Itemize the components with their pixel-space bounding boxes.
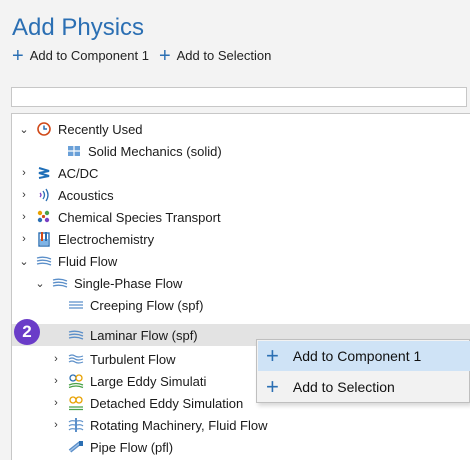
tree-item-detached-eddy[interactable]: › Detached Eddy Simulation bbox=[50, 392, 243, 414]
toolbar: + Add to Component 1 + Add to Selection bbox=[12, 44, 281, 67]
page-title: Add Physics bbox=[12, 14, 145, 41]
tree-item-label: Large Eddy Simulati bbox=[90, 373, 207, 389]
fluid-flow-icon bbox=[36, 253, 52, 269]
tree-item-rotating-machinery[interactable]: › Rotating Machinery, Fluid Flow bbox=[50, 414, 268, 436]
plus-icon: + bbox=[12, 44, 24, 67]
tree-item-label: Chemical Species Transport bbox=[58, 209, 221, 225]
physics-tree[interactable]: ⌄ Recently Used Solid Mechanics (solid) … bbox=[11, 113, 470, 460]
chevron-right-icon[interactable]: › bbox=[18, 167, 30, 179]
tree-item-label: Turbulent Flow bbox=[90, 351, 176, 367]
chevron-down-icon[interactable]: ⌄ bbox=[18, 255, 30, 268]
chevron-right-icon[interactable]: › bbox=[50, 419, 62, 431]
tree-item-label: Electrochemistry bbox=[58, 231, 155, 247]
laminar-flow-icon bbox=[68, 327, 84, 343]
add-to-selection-button[interactable]: + Add to Selection bbox=[158, 44, 272, 67]
chevron-right-icon[interactable]: › bbox=[50, 353, 62, 365]
chevron-right-icon[interactable]: › bbox=[18, 211, 30, 223]
tree-item-recently-used[interactable]: ⌄ Recently Used bbox=[18, 118, 143, 140]
add-to-component-button[interactable]: + Add to Component 1 bbox=[12, 44, 149, 67]
tree-item-fluid-flow[interactable]: ⌄ Fluid Flow bbox=[18, 250, 117, 272]
chemical-species-icon bbox=[36, 209, 52, 225]
tree-item-label: Detached Eddy Simulation bbox=[90, 395, 244, 411]
tree-item-label: Fluid Flow bbox=[58, 253, 118, 269]
chevron-down-icon[interactable]: ⌄ bbox=[18, 123, 30, 136]
tree-item-creeping-flow[interactable]: Creeping Flow (spf) bbox=[68, 294, 203, 316]
tree-item-acoustics[interactable]: › Acoustics bbox=[18, 184, 114, 206]
context-menu-label: Add to Component 1 bbox=[292, 348, 422, 364]
clock-icon bbox=[36, 121, 52, 137]
chevron-right-icon[interactable]: › bbox=[18, 189, 30, 201]
turbulent-flow-icon bbox=[68, 351, 84, 367]
tree-item-single-phase-flow[interactable]: ⌄ Single-Phase Flow bbox=[34, 272, 182, 294]
add-to-component-label: Add to Component 1 bbox=[29, 48, 149, 63]
plus-icon: + bbox=[266, 374, 279, 399]
solid-mechanics-icon bbox=[66, 143, 82, 159]
chevron-right-icon[interactable]: › bbox=[18, 233, 30, 245]
tree-item-pipe-flow[interactable]: Pipe Flow (pfl) bbox=[68, 436, 173, 458]
plus-icon: + bbox=[266, 343, 279, 368]
tree-item-acdc[interactable]: › AC/DC bbox=[18, 162, 98, 184]
tree-item-label: Acoustics bbox=[58, 187, 114, 203]
step-badge: 2 bbox=[14, 319, 40, 345]
context-menu-add-to-component[interactable]: + Add to Component 1 bbox=[258, 341, 470, 371]
chevron-down-icon[interactable]: ⌄ bbox=[34, 277, 46, 290]
context-menu-add-to-selection[interactable]: + Add to Selection bbox=[258, 372, 470, 402]
single-phase-flow-icon bbox=[52, 275, 68, 291]
tree-item-large-eddy[interactable]: › Large Eddy Simulati bbox=[50, 370, 206, 392]
tree-item-label: Solid Mechanics (solid) bbox=[88, 143, 222, 159]
context-menu: + Add to Component 1 + Add to Selection bbox=[256, 339, 470, 403]
tree-item-turbulent-flow[interactable]: › Turbulent Flow bbox=[50, 348, 176, 370]
tree-item-label: Recently Used bbox=[58, 121, 143, 137]
search-input[interactable] bbox=[11, 87, 467, 107]
tree-item-label: Rotating Machinery, Fluid Flow bbox=[90, 417, 268, 433]
rotating-machinery-icon bbox=[68, 417, 84, 433]
tree-item-solid-mechanics[interactable]: Solid Mechanics (solid) bbox=[66, 140, 222, 162]
tree-item-laminar-flow[interactable]: Laminar Flow (spf) bbox=[68, 324, 198, 346]
acoustics-icon bbox=[36, 187, 52, 203]
detached-eddy-icon bbox=[68, 395, 84, 411]
tree-item-label: Single-Phase Flow bbox=[74, 275, 183, 291]
tree-item-label: AC/DC bbox=[58, 165, 99, 181]
creeping-flow-icon bbox=[68, 297, 84, 313]
tree-item-label: Laminar Flow (spf) bbox=[90, 327, 198, 343]
tree-item-label: Creeping Flow (spf) bbox=[90, 297, 204, 313]
tree-item-label: Pipe Flow (pfl) bbox=[90, 439, 174, 455]
chevron-right-icon[interactable]: › bbox=[50, 375, 62, 387]
acdc-icon bbox=[36, 165, 52, 181]
tree-item-chemical-species[interactable]: › Chemical Species Transport bbox=[18, 206, 221, 228]
plus-icon: + bbox=[158, 44, 171, 67]
tree-item-electrochemistry[interactable]: › Electrochemistry bbox=[18, 228, 154, 250]
chevron-right-icon[interactable]: › bbox=[50, 397, 62, 409]
add-physics-header: Add Physics + Add to Component 1 + Add t… bbox=[0, 0, 470, 82]
add-to-selection-label: Add to Selection bbox=[176, 48, 272, 63]
context-menu-label: Add to Selection bbox=[292, 379, 395, 395]
large-eddy-icon bbox=[68, 373, 84, 389]
electrochemistry-icon bbox=[36, 231, 52, 247]
pipe-flow-icon bbox=[68, 439, 84, 455]
